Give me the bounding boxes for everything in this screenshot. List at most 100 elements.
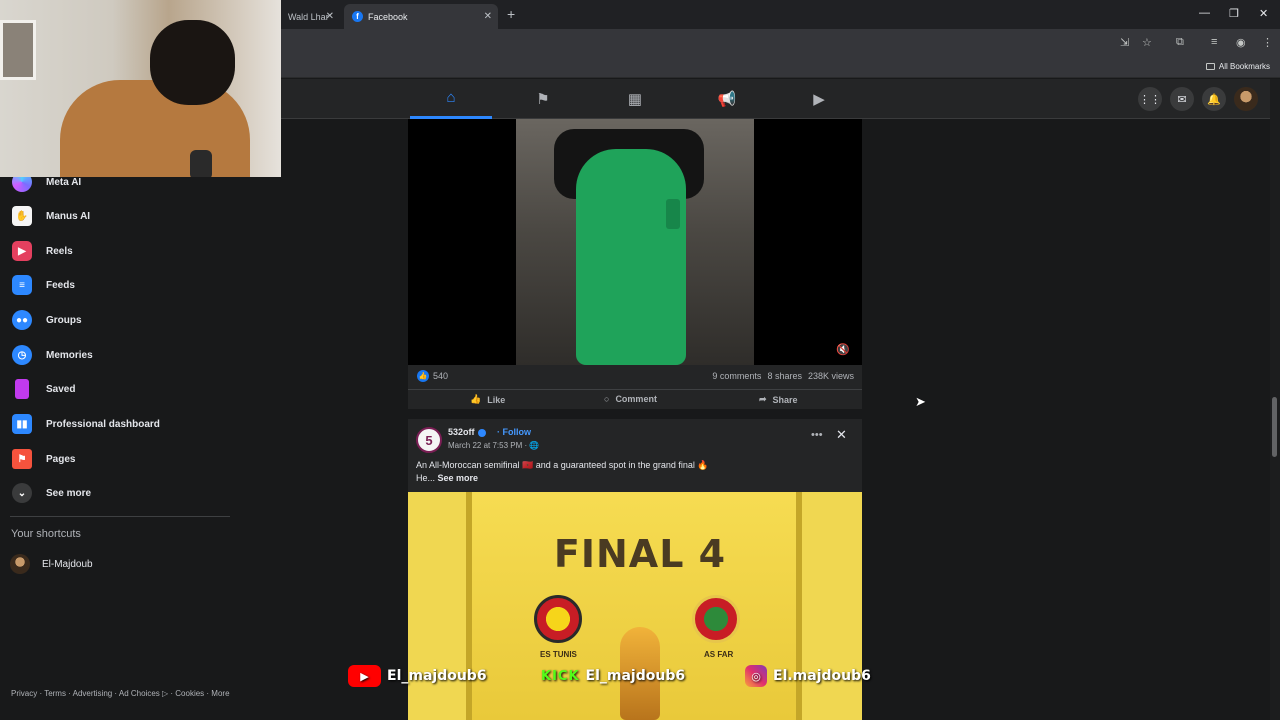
sidebar-item-manus-ai[interactable]: ✋ Manus AI bbox=[8, 201, 234, 231]
sidebar-item-feeds[interactable]: ≡ Feeds bbox=[8, 270, 234, 300]
post-action-bar: 👍 Like ○ Comment ➦ Share bbox=[408, 389, 862, 409]
sidebar-item-label: See more bbox=[46, 487, 92, 499]
scrollbar-thumb[interactable] bbox=[1272, 397, 1277, 457]
wall-picture-frame bbox=[0, 20, 36, 80]
dashboard-icon: ▮▮ bbox=[12, 414, 32, 434]
webcam-overlay bbox=[0, 0, 281, 177]
youtube-handle: El_majdoub6 bbox=[387, 668, 487, 684]
sidebar-item-professional-dashboard[interactable]: ▮▮ Professional dashboard bbox=[8, 409, 234, 439]
video-player[interactable]: 🔇 bbox=[408, 119, 862, 365]
close-tab-icon[interactable]: ✕ bbox=[484, 11, 492, 22]
like-button[interactable]: 👍 Like bbox=[470, 394, 505, 405]
share-button[interactable]: ➦ Share bbox=[759, 394, 798, 405]
left-sidebar: Meta AI ✋ Manus AI ▶ Reels ≡ Feeds ●● Gr… bbox=[0, 170, 240, 720]
tab-title: Wald Lhar bbox=[288, 11, 329, 22]
microphone-icon bbox=[190, 150, 212, 177]
sidebar-item-saved[interactable]: Saved bbox=[8, 374, 234, 404]
instagram-overlay: ◎ El.majdoub6 bbox=[745, 664, 871, 688]
install-app-icon[interactable]: ⇲ bbox=[1120, 36, 1129, 49]
like-label: Like bbox=[487, 394, 506, 405]
close-icon[interactable]: ✕ bbox=[836, 427, 847, 443]
comment-icon: ○ bbox=[604, 394, 610, 404]
restore-button[interactable]: ❐ bbox=[1229, 7, 1239, 20]
verified-badge-icon bbox=[477, 428, 486, 437]
see-more-link[interactable]: See more bbox=[438, 473, 479, 483]
sidebar-item-label: Pages bbox=[46, 453, 76, 465]
chart-icon[interactable]: ▦ bbox=[594, 79, 676, 119]
team-name-left: ES TUNIS bbox=[540, 650, 577, 659]
page-scrollbar[interactable] bbox=[1270, 79, 1280, 720]
folder-icon bbox=[1205, 63, 1215, 70]
sidebar-item-label: Feeds bbox=[46, 279, 75, 291]
sidebar-item-pages[interactable]: ⚑ Pages bbox=[8, 444, 234, 474]
shortcut-item-el-majdoub[interactable]: El-Majdoub bbox=[8, 549, 234, 579]
profile-icon[interactable]: ◉ bbox=[1236, 36, 1246, 49]
video-figure-bag bbox=[666, 199, 680, 229]
youtube-overlay: ▶ El_majdoub6 bbox=[348, 664, 487, 688]
sidebar-item-label: Memories bbox=[46, 349, 93, 361]
mouse-cursor-icon: ➤ bbox=[915, 394, 926, 409]
extensions-icon[interactable]: ⧉ bbox=[1176, 36, 1184, 49]
close-window-button[interactable]: ✕ bbox=[1259, 7, 1268, 20]
sidebar-item-label: Reels bbox=[46, 245, 73, 257]
sidebar-item-groups[interactable]: ●● Groups bbox=[8, 305, 234, 335]
poster-title: FINAL 4 bbox=[553, 532, 727, 576]
sidebar-footer-links[interactable]: Privacy · Terms · Advertising · Ad Choic… bbox=[11, 688, 236, 699]
mute-icon[interactable]: 🔇 bbox=[836, 343, 850, 356]
reels-icon: ▶ bbox=[12, 241, 32, 261]
follow-button[interactable]: · Follow bbox=[497, 427, 531, 437]
author-name: 532off bbox=[448, 427, 475, 437]
star-bookmark-icon[interactable]: ☆ bbox=[1142, 36, 1152, 49]
home-icon[interactable]: ⌂ bbox=[410, 79, 492, 119]
news-feed: 🔇 👍 540 9 comments 8 shares 238K views 👍… bbox=[408, 119, 862, 720]
post-text-truncated: He... bbox=[416, 473, 436, 483]
youtube-icon: ▶ bbox=[348, 665, 381, 687]
browser-tab-facebook[interactable]: f Facebook ✕ bbox=[344, 4, 498, 29]
all-bookmarks-label: All Bookmarks bbox=[1218, 62, 1270, 71]
avatar bbox=[10, 554, 30, 574]
comment-label: Comment bbox=[615, 394, 657, 404]
views-count: 238K views bbox=[807, 371, 854, 381]
shares-count[interactable]: 8 shares bbox=[767, 371, 802, 381]
close-tab-icon[interactable]: ✕ bbox=[326, 11, 334, 22]
comments-count[interactable]: 9 comments bbox=[712, 371, 761, 381]
video-icon[interactable]: ▶ bbox=[778, 79, 860, 119]
sidebar-item-see-more[interactable]: ⌄ See more bbox=[8, 478, 234, 508]
account-avatar[interactable] bbox=[1234, 87, 1258, 111]
comment-button[interactable]: ○ Comment bbox=[604, 394, 657, 404]
sidebar-item-memories[interactable]: ◷ Memories bbox=[8, 340, 234, 370]
video-post-stats: 👍 540 9 comments 8 shares 238K views bbox=[408, 365, 862, 389]
post-text: An All-Moroccan semifinal 🇲🇦 and a guara… bbox=[416, 459, 856, 485]
like-reaction-icon: 👍 bbox=[417, 370, 429, 382]
minimize-button[interactable]: — bbox=[1199, 7, 1210, 19]
saved-icon bbox=[15, 379, 29, 399]
screen: Wald Lhar ✕ f Facebook ✕ + — ❐ ✕ ⇲ ☆ ⧉ ≡… bbox=[0, 0, 1280, 720]
sidebar-item-label: Manus AI bbox=[46, 210, 91, 222]
like-count[interactable]: 540 bbox=[433, 371, 448, 381]
flag-icon[interactable]: ⚑ bbox=[502, 79, 584, 119]
browser-menu-icon[interactable]: ⋮ bbox=[1262, 36, 1273, 49]
new-tab-button[interactable]: + bbox=[507, 6, 515, 22]
megaphone-icon[interactable]: 📢 bbox=[686, 79, 768, 119]
sidebar-divider bbox=[10, 516, 230, 517]
share-icon: ➦ bbox=[759, 394, 767, 404]
as-far-crest-icon bbox=[692, 595, 740, 643]
grid-menu-icon[interactable]: ⋮⋮ bbox=[1138, 87, 1162, 111]
post-timestamp[interactable]: March 22 at 7:53 PM · 🌐 bbox=[448, 441, 539, 450]
facebook-favicon-icon: f bbox=[352, 11, 363, 22]
streamer-head bbox=[150, 20, 235, 105]
more-options-icon[interactable]: ••• bbox=[811, 429, 823, 441]
video-frame bbox=[516, 119, 754, 365]
messenger-icon[interactable]: ✉ bbox=[1170, 87, 1194, 111]
media-controls-icon[interactable]: ≡ bbox=[1211, 36, 1217, 48]
instagram-icon: ◎ bbox=[745, 665, 767, 687]
post-author[interactable]: 532off bbox=[448, 427, 489, 437]
manus-ai-icon: ✋ bbox=[12, 206, 32, 226]
browser-tab-other[interactable]: Wald Lhar ✕ bbox=[280, 4, 340, 29]
sidebar-item-reels[interactable]: ▶ Reels bbox=[8, 236, 234, 266]
all-bookmarks-button[interactable]: All Bookmarks bbox=[1205, 62, 1270, 71]
memories-icon: ◷ bbox=[12, 345, 32, 365]
page-avatar[interactable]: 5 bbox=[416, 427, 442, 453]
chevron-down-icon: ⌄ bbox=[12, 483, 32, 503]
bell-icon[interactable]: 🔔 bbox=[1202, 87, 1226, 111]
